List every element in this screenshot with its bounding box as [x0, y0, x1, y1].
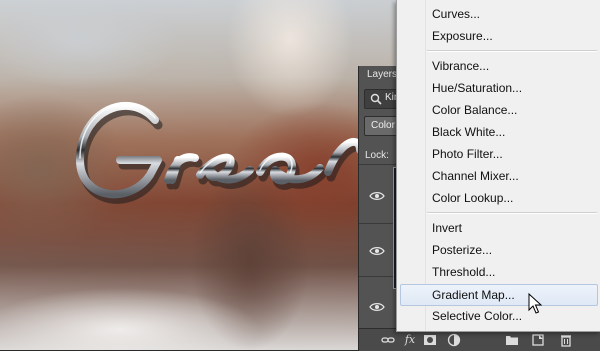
menu-item-label: Threshold... — [432, 265, 496, 279]
adjustment-icon[interactable] — [447, 333, 461, 347]
search-icon — [370, 93, 382, 105]
menu-item-invert[interactable]: Invert — [397, 217, 600, 239]
menu-item-hue-saturation[interactable]: Hue/Saturation... — [397, 77, 600, 99]
menu-item-label: Color Lookup... — [432, 191, 514, 205]
menu-item-label: Posterize... — [432, 243, 493, 257]
new-layer-icon[interactable] — [531, 333, 545, 347]
trash-icon[interactable] — [559, 333, 573, 347]
fx-icon[interactable]: fx — [403, 333, 417, 347]
menu-item-vibrance[interactable]: Vibrance... — [397, 55, 600, 77]
menu-separator — [427, 212, 597, 214]
menu-item-color-balance[interactable]: Color Balance... — [397, 99, 600, 121]
folder-icon[interactable] — [505, 333, 519, 347]
menu-item-label: Selective Color... — [432, 309, 523, 323]
menu-item-label: Vibrance... — [432, 59, 490, 73]
menu-item-channel-mixer[interactable]: Channel Mixer... — [397, 165, 600, 187]
menu-item-gradient-map[interactable]: Gradient Map... — [400, 284, 598, 306]
lock-label: Lock: — [365, 150, 389, 161]
menu-item-label: Curves... — [432, 7, 481, 21]
menu-item-label: Color Balance... — [432, 103, 518, 117]
adjustment-layer-menu: Curves... Exposure... Vibrance... Hue/Sa… — [396, 0, 600, 332]
menu-item-selective-color[interactable]: Selective Color... — [397, 305, 600, 327]
eye-icon[interactable] — [369, 246, 385, 256]
menu-item-threshold[interactable]: Threshold... — [397, 261, 600, 283]
menu-item-label: Hue/Saturation... — [432, 81, 523, 95]
menu-item-label: Invert — [432, 221, 463, 235]
menu-item-posterize[interactable]: Posterize... — [397, 239, 600, 261]
menu-separator — [427, 50, 597, 52]
menu-item-label: Channel Mixer... — [432, 169, 519, 183]
menu-item-exposure[interactable]: Exposure... — [397, 25, 600, 47]
menu-item-curves[interactable]: Curves... — [397, 3, 600, 25]
menu-item-label: Photo Filter... — [432, 147, 503, 161]
menu-item-label: Black White... — [432, 125, 506, 139]
menu-item-photo-filter[interactable]: Photo Filter... — [397, 143, 600, 165]
eye-icon[interactable] — [369, 191, 385, 201]
chrome-lettering — [60, 80, 380, 230]
menu-item-color-lookup[interactable]: Color Lookup... — [397, 187, 600, 209]
menu-item-label: Exposure... — [432, 29, 493, 43]
link-icon[interactable] — [381, 333, 395, 347]
mask-icon[interactable] — [423, 333, 437, 347]
mouse-cursor-icon — [528, 293, 542, 314]
menu-item-black-white[interactable]: Black White... — [397, 121, 600, 143]
eye-icon[interactable] — [369, 302, 385, 312]
menu-item-label: Gradient Map... — [432, 288, 515, 302]
